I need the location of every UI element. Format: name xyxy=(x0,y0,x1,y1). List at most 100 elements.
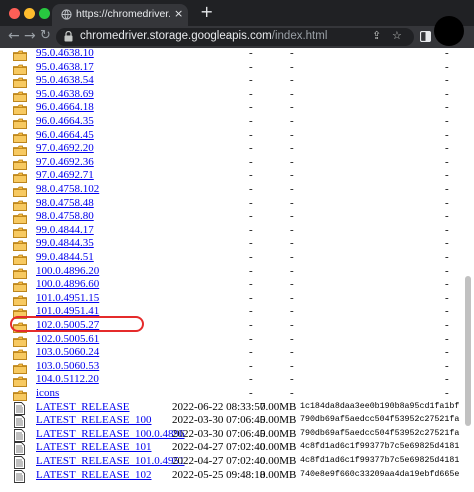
entry-link[interactable]: 98.0.4758.102 xyxy=(36,183,99,195)
file-size: 0.00MB xyxy=(260,441,297,454)
entry-link[interactable]: 95.0.4638.69 xyxy=(36,88,94,100)
modified-date: - xyxy=(249,319,253,331)
modified-date: - xyxy=(249,60,253,73)
folder-row: 95.0.4638.17 - - - xyxy=(0,60,474,76)
globe-icon xyxy=(61,9,72,20)
entry-link[interactable]: 97.0.4692.36 xyxy=(36,156,94,168)
file-row: LATEST_RELEASE_100.0.4896 2022-03-30 07:0… xyxy=(0,427,474,443)
entry-link[interactable]: 102.0.5005.61 xyxy=(36,333,99,345)
folder-row: 101.0.4951.15 - - - xyxy=(0,292,474,307)
entry-link[interactable]: 100.0.4896.20 xyxy=(36,265,99,277)
entry-link[interactable]: 98.0.4758.48 xyxy=(36,197,94,209)
lock-icon[interactable] xyxy=(64,31,73,42)
entry-link[interactable]: 95.0.4638.10 xyxy=(36,48,94,59)
text-file-icon xyxy=(14,469,25,483)
folder-row: 97.0.4692.20 - - - xyxy=(0,142,474,157)
browser-toolbar: ← → ↻ chromedriver.storage.googleapis.co… xyxy=(0,26,474,49)
folder-row: 97.0.4692.36 - - - xyxy=(0,155,474,171)
zoom-window-button[interactable] xyxy=(39,8,50,19)
entry-link[interactable]: 97.0.4692.20 xyxy=(36,142,94,154)
modified-date: - xyxy=(249,48,253,59)
etag: - xyxy=(445,155,449,168)
folder-row: 97.0.4692.71 - - - xyxy=(0,169,474,184)
modified-date: - xyxy=(249,373,253,386)
entry-link[interactable]: 98.0.4758.80 xyxy=(36,210,94,222)
file-size: - xyxy=(290,319,294,331)
entry-link[interactable]: 99.0.4844.17 xyxy=(36,224,94,236)
folder-row: 100.0.4896.20 - - - xyxy=(0,265,474,280)
scroll-thumb[interactable] xyxy=(465,276,471,426)
entry-link[interactable]: 101.0.4951.15 xyxy=(36,292,99,304)
bookmark-star-icon[interactable]: ☆ xyxy=(392,29,402,42)
profile-avatar[interactable] xyxy=(434,16,464,46)
folder-row: 95.0.4638.10 - - - xyxy=(0,48,474,62)
folder-icon xyxy=(13,363,27,374)
url-text[interactable]: chromedriver.storage.googleapis.com/inde… xyxy=(80,30,327,42)
folder-icon xyxy=(13,64,27,75)
entry-link[interactable]: 103.0.5060.53 xyxy=(36,360,99,372)
folder-icon xyxy=(13,186,27,197)
entry-link[interactable]: LATEST_RELEASE_100 xyxy=(36,414,152,426)
reload-icon[interactable]: ↻ xyxy=(40,27,51,45)
entry-link[interactable]: icons xyxy=(36,387,59,399)
close-window-button[interactable] xyxy=(9,8,20,19)
directory-listing: 95.0.4638.10- - -95.0.4638.17- - -95.0.4638.… xyxy=(0,48,474,492)
entry-link[interactable]: 97.0.4692.71 xyxy=(36,169,94,181)
entry-link[interactable]: LATEST_RELEASE_101 xyxy=(36,441,152,453)
file-size: - xyxy=(290,223,294,236)
folder-row: 99.0.4844.51 - - - xyxy=(0,251,474,266)
folder-icon xyxy=(13,295,27,306)
forward-arrow-icon[interactable]: → xyxy=(24,27,36,45)
active-tab[interactable]: https://chromedriver.storage.g × xyxy=(52,4,188,26)
modified-date: 2022-04-27 07:02:40 xyxy=(172,441,266,454)
entry-link[interactable]: LATEST_RELEASE_102 xyxy=(36,469,152,481)
entry-link[interactable]: 99.0.4844.51 xyxy=(36,251,94,263)
folder-icon xyxy=(13,118,27,129)
entry-link[interactable]: 95.0.4638.17 xyxy=(36,61,94,73)
file-size: 0.00MB xyxy=(260,455,297,467)
folder-row: 98.0.4758.80 - - - xyxy=(0,210,474,225)
highlight-circle xyxy=(10,316,144,332)
entry-link[interactable]: LATEST_RELEASE_101.0.4951 xyxy=(36,455,185,467)
new-tab-button[interactable]: + xyxy=(200,3,213,21)
entry-link[interactable]: 96.0.4664.35 xyxy=(36,115,94,127)
modified-date: - xyxy=(249,332,253,345)
modified-date: - xyxy=(249,196,253,209)
entry-link[interactable]: 103.0.5060.24 xyxy=(36,346,99,358)
scrollbar[interactable] xyxy=(464,48,472,492)
etag: - xyxy=(445,319,449,331)
modified-date: - xyxy=(249,346,253,359)
modified-date: - xyxy=(249,223,253,236)
entry-link[interactable]: 99.0.4844.35 xyxy=(36,237,94,249)
share-icon[interactable]: ⇪ xyxy=(372,29,381,42)
sidebar-icon[interactable] xyxy=(420,31,431,42)
url-host: chromedriver.storage.googleapis.com xyxy=(80,30,272,42)
folder-icon xyxy=(13,159,27,170)
entry-link[interactable]: 96.0.4664.45 xyxy=(36,129,94,141)
entry-link[interactable]: 95.0.4638.54 xyxy=(36,74,94,86)
file-size: 0.00MB xyxy=(260,468,297,481)
back-arrow-icon[interactable]: ← xyxy=(8,27,20,45)
file-row: LATEST_RELEASE_102 2022-05-25 09:48:18 0.0… xyxy=(0,468,474,484)
etag: - xyxy=(445,305,449,318)
etag: - xyxy=(445,237,449,250)
entry-link[interactable]: LATEST_RELEASE_100.0.4896 xyxy=(36,428,185,440)
address-bar[interactable]: chromedriver.storage.googleapis.com/inde… xyxy=(56,28,414,46)
tab-close-icon[interactable]: × xyxy=(174,7,183,20)
etag: - xyxy=(445,210,449,223)
modified-date: - xyxy=(249,101,253,114)
minimize-window-button[interactable] xyxy=(24,8,35,19)
entry-link[interactable]: 104.0.5112.20 xyxy=(36,373,99,385)
file-size: - xyxy=(290,60,294,73)
file-size: - xyxy=(290,346,294,359)
folder-row: 102.0.5005.61 - - - xyxy=(0,332,474,348)
entry-link[interactable]: LATEST_RELEASE xyxy=(36,401,130,413)
etag: - xyxy=(445,332,449,345)
modified-date: - xyxy=(249,87,253,100)
entry-link[interactable]: 96.0.4664.18 xyxy=(36,101,94,113)
modified-date: 2022-03-30 07:06:45 xyxy=(172,414,266,427)
etag: - xyxy=(445,101,449,114)
modified-date: 2022-03-30 07:06:45 xyxy=(172,427,266,440)
entry-link[interactable]: 100.0.4896.60 xyxy=(36,278,99,290)
text-file-icon xyxy=(14,415,25,429)
